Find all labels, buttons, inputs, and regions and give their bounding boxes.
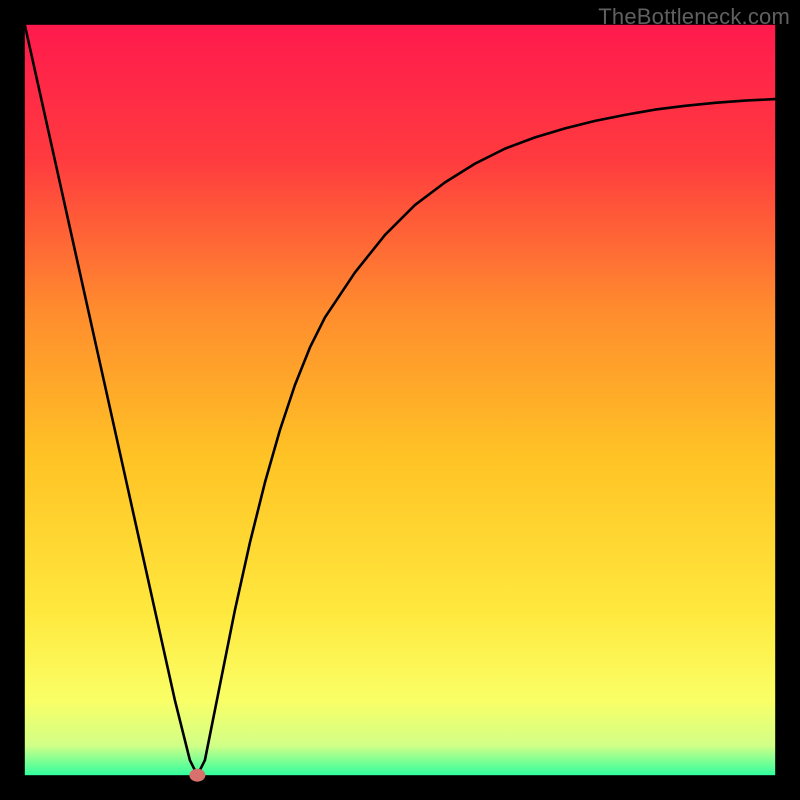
min-marker [189,769,205,782]
watermark-text: TheBottleneck.com [598,4,790,30]
chart-container: TheBottleneck.com [0,0,800,800]
plot-area [25,25,775,775]
bottleneck-chart [0,0,800,800]
